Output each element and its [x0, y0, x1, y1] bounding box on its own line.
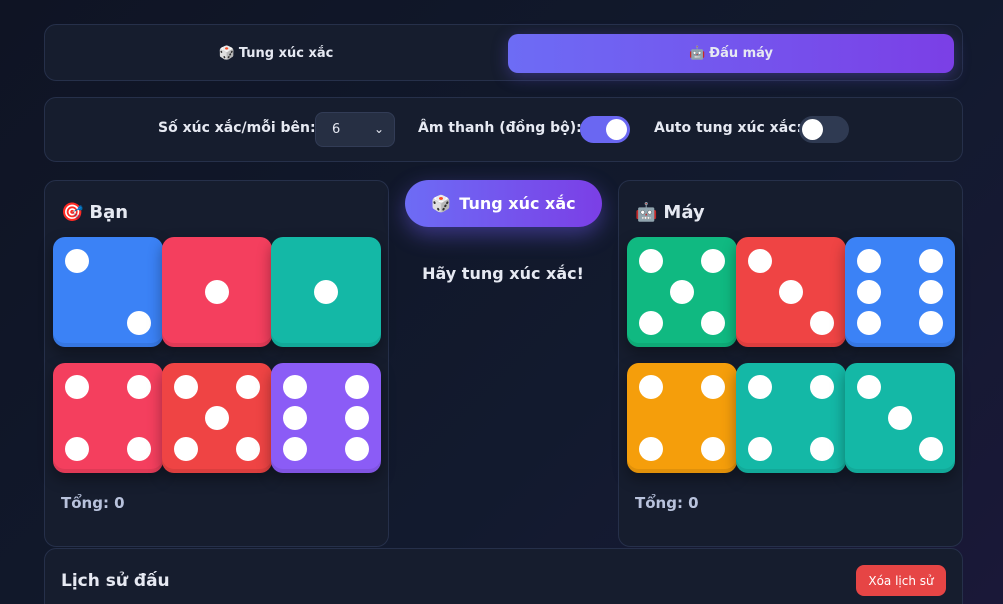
die-face	[627, 237, 737, 347]
tab-label: Đấu máy	[709, 46, 774, 61]
die-pip	[345, 375, 369, 399]
die-pip	[345, 437, 369, 461]
history-panel: Lịch sử đấu Xóa lịch sử	[44, 548, 963, 604]
roll-button-label: Tung xúc xắc	[459, 194, 576, 213]
die-face	[271, 237, 381, 347]
die-pip	[236, 375, 260, 399]
machine-title: 🤖 Máy	[635, 202, 705, 223]
die-pip	[919, 249, 943, 273]
player-total: Tổng: 0	[61, 494, 125, 512]
die-pip	[127, 375, 151, 399]
die-pip	[127, 437, 151, 461]
tab-vs-machine[interactable]: 🤖 Đấu máy	[508, 34, 954, 73]
sound-toggle[interactable]	[580, 116, 630, 143]
die-pip	[701, 311, 725, 335]
die-pip	[857, 280, 881, 304]
robot-icon: 🤖	[635, 202, 658, 223]
die-pip	[857, 249, 881, 273]
die-pip	[701, 437, 725, 461]
die-face	[845, 237, 955, 347]
die-face	[736, 363, 846, 473]
dice-icon: 🎲	[431, 194, 452, 213]
die-pip	[65, 437, 89, 461]
status-message: Hãy tung xúc xắc!	[422, 264, 584, 283]
die-pip	[701, 249, 725, 273]
die-pip	[283, 375, 307, 399]
die-pip	[670, 280, 694, 304]
die-pip	[639, 311, 663, 335]
die-pip	[748, 437, 772, 461]
die-pip	[919, 437, 943, 461]
die-pip	[919, 311, 943, 335]
die-pip	[283, 437, 307, 461]
dice-count-select[interactable]: 6 ⌄	[315, 112, 395, 147]
player-title-label: Bạn	[89, 202, 129, 223]
die-pip	[205, 406, 229, 430]
machine-panel: 🤖 Máy Tổng: 0	[618, 180, 963, 547]
settings-bar: Số xúc xắc/mỗi bên: 6 ⌄ Âm thanh (đồng b…	[44, 97, 963, 162]
player-title: 🎯 Bạn	[61, 202, 128, 223]
die-pip	[639, 249, 663, 273]
player-panel: 🎯 Bạn Tổng: 0	[44, 180, 389, 547]
die-pip	[127, 311, 151, 335]
sound-label: Âm thanh (đồng bộ):	[418, 120, 582, 136]
toggle-knob	[802, 119, 823, 140]
die-pip	[314, 280, 338, 304]
die-face	[845, 363, 955, 473]
die-pip	[701, 375, 725, 399]
die-pip	[639, 437, 663, 461]
die-pip	[65, 375, 89, 399]
tab-label: Tung xúc xắc	[238, 46, 334, 61]
die-pip	[639, 375, 663, 399]
dice-count-value: 6	[332, 122, 341, 137]
die-pip	[748, 249, 772, 273]
die-face	[53, 363, 163, 473]
die-face	[736, 237, 846, 347]
die-pip	[345, 406, 369, 430]
die-pip	[283, 406, 307, 430]
die-pip	[857, 311, 881, 335]
die-pip	[174, 375, 198, 399]
chevron-down-icon: ⌄	[373, 122, 384, 136]
die-pip	[174, 437, 198, 461]
robot-icon: 🤖	[688, 46, 706, 61]
die-face	[627, 363, 737, 473]
die-face	[53, 237, 163, 347]
die-pip	[919, 280, 943, 304]
die-pip	[205, 280, 229, 304]
auto-roll-label: Auto tung xúc xắc:	[654, 120, 803, 136]
die-pip	[810, 375, 834, 399]
die-pip	[779, 280, 803, 304]
die-face	[162, 237, 272, 347]
die-pip	[65, 249, 89, 273]
dice-icon: 🎲	[218, 46, 235, 61]
mode-tabs: 🎲 Tung xúc xắc 🤖 Đấu máy	[44, 24, 963, 81]
die-pip	[748, 375, 772, 399]
dice-count-label: Số xúc xắc/mỗi bên:	[158, 120, 316, 136]
toggle-knob	[606, 119, 627, 140]
target-icon: 🎯	[61, 202, 84, 223]
die-pip	[810, 311, 834, 335]
die-pip	[236, 437, 260, 461]
die-face	[271, 363, 381, 473]
die-pip	[857, 375, 881, 399]
roll-dice-button[interactable]: 🎲 Tung xúc xắc	[405, 180, 602, 227]
auto-roll-toggle[interactable]	[799, 116, 849, 143]
tab-roll-dice[interactable]: 🎲 Tung xúc xắc	[53, 34, 499, 73]
machine-total: Tổng: 0	[635, 494, 699, 512]
machine-title-label: Máy	[663, 202, 705, 223]
history-title: Lịch sử đấu	[61, 571, 170, 591]
die-face	[162, 363, 272, 473]
die-pip	[888, 406, 912, 430]
clear-history-button[interactable]: Xóa lịch sử	[856, 565, 946, 596]
die-pip	[810, 437, 834, 461]
